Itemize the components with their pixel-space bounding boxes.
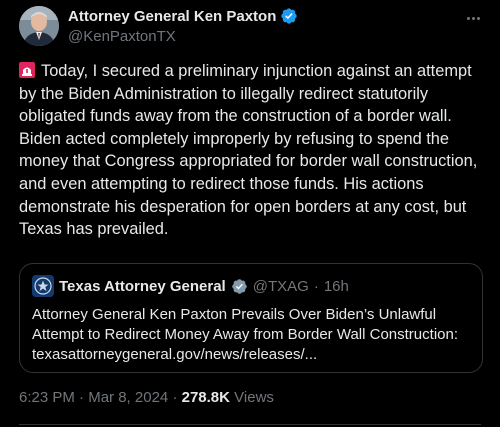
verified-badge-icon[interactable] [280, 7, 298, 25]
tweet-date[interactable]: Mar 8, 2024 [88, 389, 168, 406]
tweet-text-container: Today, I secured a preliminary injunctio… [19, 60, 489, 241]
author-display-name[interactable]: Attorney General Ken Paxton [68, 8, 276, 25]
tweet-card[interactable]: Attorney General Ken Paxton @KenPaxtonTX… [0, 0, 500, 427]
meta-separator-2: · [172, 389, 178, 406]
divider [19, 424, 481, 425]
government-badge-icon[interactable] [231, 278, 248, 295]
views-label: Views [234, 389, 274, 406]
rotating-light-icon [19, 62, 35, 78]
tweet-text: Today, I secured a preliminary injunctio… [19, 62, 478, 239]
more-options-icon[interactable] [463, 10, 483, 26]
quoted-age[interactable]: 16h [324, 278, 349, 295]
views-count: 278.8K [181, 389, 230, 406]
quoted-tweet[interactable]: Texas Attorney General @TXAG · 16h Attor… [19, 263, 483, 373]
quoted-handle[interactable]: @TXAG [253, 278, 309, 295]
quoted-author-avatar[interactable] [32, 275, 54, 297]
quoted-separator: · [313, 277, 319, 295]
state-seal-icon [32, 275, 54, 297]
avatar-photo-icon [19, 6, 59, 46]
meta-separator: · [79, 389, 85, 406]
quoted-display-name[interactable]: Texas Attorney General [59, 278, 226, 295]
tweet-time[interactable]: 6:23 PM [19, 389, 75, 406]
author-handle[interactable]: @KenPaxtonTX [68, 28, 176, 45]
tweet-meta: 6:23 PM · Mar 8, 2024 · 278.8K Views [19, 389, 274, 406]
quoted-tweet-text: Attorney General Ken Paxton Prevails Ove… [32, 306, 458, 363]
author-avatar[interactable] [19, 6, 59, 46]
